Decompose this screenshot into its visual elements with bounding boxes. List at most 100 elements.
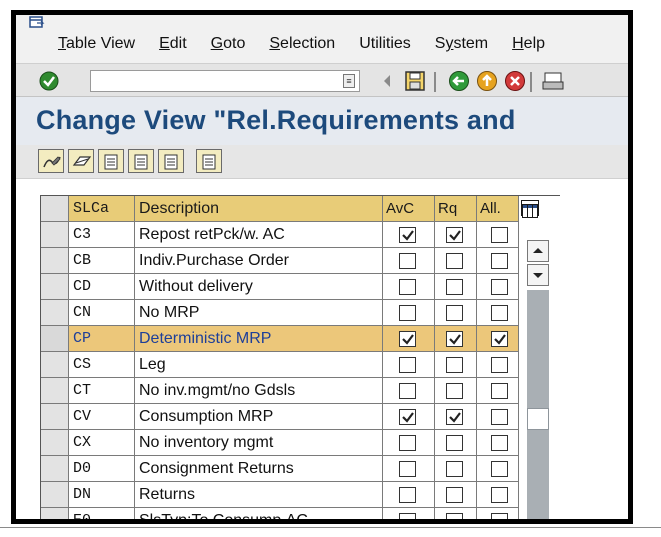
system-menu-icon[interactable] — [29, 16, 45, 30]
rq-checkbox[interactable] — [446, 513, 463, 519]
menu-selection[interactable]: Selection — [269, 35, 335, 53]
row-selector[interactable] — [41, 430, 69, 456]
table-row[interactable]: C3 Repost retPck/w. AC — [41, 222, 560, 248]
rq-checkbox[interactable] — [446, 331, 463, 347]
table-row[interactable]: CD Without delivery — [41, 274, 560, 300]
rq-checkbox[interactable] — [446, 305, 463, 321]
all-checkbox[interactable] — [491, 409, 508, 425]
all-checkbox[interactable] — [491, 461, 508, 477]
print-icon[interactable] — [542, 70, 564, 97]
rq-checkbox[interactable] — [446, 383, 463, 399]
scroll-thumb[interactable] — [527, 408, 549, 430]
row-selector[interactable] — [41, 300, 69, 326]
menu-help[interactable]: Help — [512, 35, 545, 53]
all-checkbox[interactable] — [491, 487, 508, 503]
command-field[interactable]: ≡ — [90, 70, 360, 92]
display-change-button[interactable] — [38, 149, 64, 173]
row-selector[interactable] — [41, 222, 69, 248]
avc-checkbox[interactable] — [399, 279, 416, 295]
table-row[interactable]: D0 Consignment Returns — [41, 456, 560, 482]
menu-goto[interactable]: Goto — [211, 35, 246, 53]
avc-checkbox[interactable] — [399, 357, 416, 373]
avc-checkbox[interactable] — [399, 487, 416, 503]
table-row[interactable]: CB Indiv.Purchase Order — [41, 248, 560, 274]
rq-checkbox[interactable] — [446, 487, 463, 503]
select-all-rows-button[interactable] — [41, 196, 69, 222]
menu-edit[interactable]: Edit — [159, 35, 187, 53]
rq-checkbox[interactable] — [446, 461, 463, 477]
avc-checkbox[interactable] — [399, 227, 416, 243]
column-header-all[interactable]: All. — [477, 196, 519, 222]
all-checkbox[interactable] — [491, 279, 508, 295]
all-checkbox[interactable] — [491, 513, 508, 519]
row-selector[interactable] — [41, 248, 69, 274]
delete-button[interactable] — [128, 149, 154, 173]
back-icon[interactable] — [448, 70, 470, 97]
row-selector[interactable] — [41, 508, 69, 519]
select-block-button[interactable] — [196, 149, 222, 173]
avc-checkbox[interactable] — [399, 305, 416, 321]
table-row[interactable]: CN No MRP — [41, 300, 560, 326]
all-checkbox[interactable] — [491, 331, 508, 347]
all-cell — [477, 326, 519, 352]
table-row[interactable]: CP Deterministic MRP — [41, 326, 560, 352]
rq-checkbox[interactable] — [446, 253, 463, 269]
avc-checkbox[interactable] — [399, 435, 416, 451]
table-row[interactable]: CX No inventory mgmt — [41, 430, 560, 456]
scroll-up-button[interactable] — [527, 240, 549, 262]
column-header-slca[interactable]: SLCa — [69, 196, 135, 222]
table-row[interactable]: CT No inv.mgmt/no Gdsls — [41, 378, 560, 404]
avc-checkbox[interactable] — [399, 383, 416, 399]
all-checkbox[interactable] — [491, 253, 508, 269]
save-icon[interactable] — [404, 70, 426, 97]
enter-icon[interactable] — [38, 70, 60, 97]
column-header-avc[interactable]: AvC — [383, 196, 435, 222]
row-selector[interactable] — [41, 456, 69, 482]
rq-cell — [435, 352, 477, 378]
description-cell: No inventory mgmt — [135, 430, 383, 456]
rq-checkbox[interactable] — [446, 435, 463, 451]
menu-utilities[interactable]: Utilities — [359, 35, 411, 53]
row-selector[interactable] — [41, 482, 69, 508]
vertical-scrollbar[interactable] — [527, 240, 552, 519]
scroll-down-button[interactable] — [527, 264, 549, 286]
column-header-description[interactable]: Description — [135, 196, 383, 222]
exit-icon[interactable] — [476, 70, 498, 97]
avc-checkbox[interactable] — [399, 331, 416, 347]
table-row[interactable]: CS Leg — [41, 352, 560, 378]
avc-checkbox[interactable] — [399, 409, 416, 425]
rq-checkbox[interactable] — [446, 279, 463, 295]
new-entries-button[interactable] — [68, 149, 94, 173]
table-row[interactable]: DN Returns — [41, 482, 560, 508]
cancel-icon[interactable] — [504, 70, 526, 97]
menu-table-view[interactable]: Table View — [58, 35, 135, 53]
all-checkbox[interactable] — [491, 357, 508, 373]
select-all-button[interactable] — [158, 149, 184, 173]
avc-checkbox[interactable] — [399, 253, 416, 269]
copy-as-button[interactable] — [98, 149, 124, 173]
table-row[interactable]: CV Consumption MRP — [41, 404, 560, 430]
all-checkbox[interactable] — [491, 305, 508, 321]
avc-checkbox[interactable] — [399, 461, 416, 477]
rq-cell — [435, 482, 477, 508]
all-checkbox[interactable] — [491, 383, 508, 399]
scroll-track[interactable] — [527, 290, 549, 519]
row-selector[interactable] — [41, 378, 69, 404]
table-settings-icon[interactable] — [521, 200, 539, 218]
rq-checkbox[interactable] — [446, 409, 463, 425]
column-header-rq[interactable]: Rq — [435, 196, 477, 222]
command-history-icon[interactable]: ≡ — [343, 74, 355, 88]
row-selector[interactable] — [41, 404, 69, 430]
all-checkbox[interactable] — [491, 435, 508, 451]
back-arrow-icon[interactable] — [382, 74, 392, 93]
row-selector[interactable] — [41, 352, 69, 378]
all-checkbox[interactable] — [491, 227, 508, 243]
menu-system[interactable]: System — [435, 35, 488, 53]
row-selector[interactable] — [41, 326, 69, 352]
avc-cell — [383, 456, 435, 482]
table-row[interactable]: E0 SlsTyp:To Consump.AC — [41, 508, 560, 519]
rq-checkbox[interactable] — [446, 357, 463, 373]
row-selector[interactable] — [41, 274, 69, 300]
rq-checkbox[interactable] — [446, 227, 463, 243]
avc-checkbox[interactable] — [399, 513, 416, 519]
